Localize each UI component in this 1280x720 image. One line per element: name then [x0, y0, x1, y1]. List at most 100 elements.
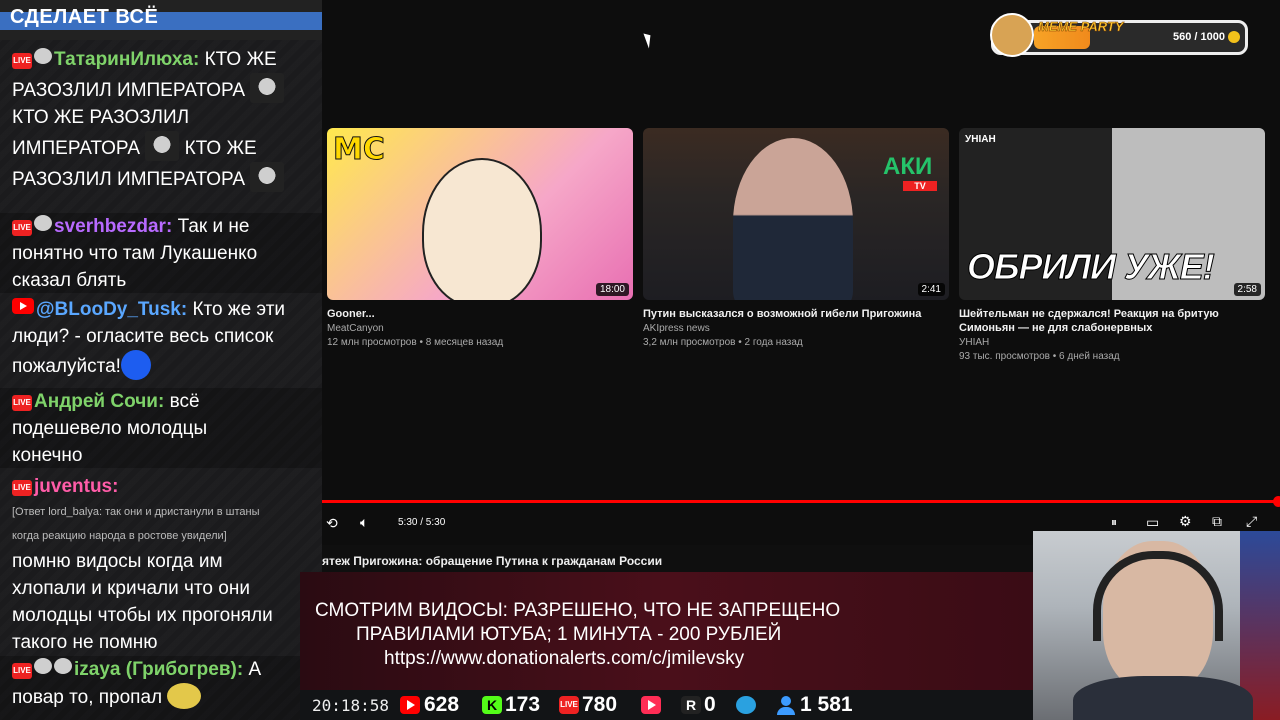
- banner-line: ПРАВИЛАМИ ЮТУБА; 1 МИНУТА - 200 РУБЛЕЙ: [356, 624, 782, 645]
- youtube-icon: [12, 298, 34, 314]
- emote-icon: [145, 131, 180, 161]
- thumbnail-art: [733, 138, 853, 300]
- chat-text: молодцы чтобы их прогоняли: [12, 605, 273, 626]
- chat-message: @BLooDy_Tusk: Кто же эти люди? - огласит…: [0, 296, 322, 380]
- badge-icon: [34, 48, 52, 64]
- logo-sub: TV: [903, 181, 937, 191]
- video-title[interactable]: Путин высказался о возможной гибели Приг…: [643, 307, 943, 321]
- chat-text: КТО ЖЕ: [204, 49, 277, 70]
- chat-header-text: СДЕЛАЕТ ВСЁ: [10, 6, 159, 28]
- video-duration: 2:41: [917, 283, 945, 296]
- progress-bar[interactable]: [322, 496, 1280, 507]
- progress-handle[interactable]: [1273, 496, 1280, 507]
- chat-header: СДЕЛАЕТ ВСЁ: [0, 0, 322, 40]
- youtube-icon: [400, 696, 420, 714]
- subtitles-icon[interactable]: ▭: [1146, 514, 1159, 531]
- chat-message: LIVE izaya (Грибогрев): А повар то, пропа…: [0, 656, 322, 720]
- time-display: 5:30 / 5:30: [398, 517, 446, 528]
- stream-clock: 20:18:58: [312, 696, 390, 715]
- chat-username[interactable]: @BLooDy_Tusk:: [36, 299, 187, 320]
- badge-icon: [34, 215, 52, 231]
- chat-panel: СДЕЛАЕТ ВСЁ LIVE ТатаринИлюха: КТО ЖЕ РАЗ…: [0, 0, 322, 720]
- chat-text: повар то, пропал: [12, 687, 163, 708]
- telegram-icon: [736, 696, 756, 714]
- fullscreen-icon[interactable]: ⤢: [1246, 513, 1257, 530]
- chat-text: такого не помню: [12, 632, 158, 653]
- coin-icon: [1228, 31, 1240, 43]
- video-thumbnail[interactable]: АКИ TV 2:41: [643, 128, 949, 300]
- volume-icon[interactable]: 🔈︎: [360, 514, 368, 531]
- settings-gear-icon[interactable]: ⚙︎: [1179, 513, 1192, 530]
- chat-text: хлопали и кричали что они: [12, 578, 250, 599]
- video-channel[interactable]: УНІАН: [959, 336, 989, 350]
- chat-text: КТО ЖЕ: [184, 138, 257, 159]
- thumbnail-logo: MC: [333, 132, 386, 168]
- chat-text: РАЗОЗЛИЛ ИМПЕРАТОРА: [12, 80, 246, 101]
- rutube-viewers: 0: [704, 693, 716, 716]
- emote-icon: [250, 162, 285, 192]
- chat-username[interactable]: juventus:: [34, 476, 118, 497]
- video-player[interactable]: MC 18:00 Gooner... MeatCanyon 12 млн про…: [322, 0, 1280, 545]
- thumbnail-channel-logo: УНІАН: [965, 134, 996, 145]
- chat-username[interactable]: izaya (Грибогрев):: [74, 659, 243, 680]
- chat-text: конечно: [12, 445, 83, 466]
- chat-text: сказал блять: [12, 270, 127, 291]
- thumbnail-logo: АКИ TV: [883, 153, 937, 191]
- chat-username[interactable]: sverhbezdar:: [54, 216, 172, 237]
- live-viewers: 780: [582, 693, 618, 716]
- vk-live-icon: LIVE: [559, 696, 579, 714]
- live-icon: LIVE: [12, 663, 32, 679]
- reply-text: [Ответ lord_balya: так они и дристанули …: [12, 506, 260, 518]
- streamer-body: [1073, 676, 1253, 720]
- emote-icon: [167, 683, 202, 709]
- total-viewers: 1 581: [800, 693, 853, 716]
- video-meta: 3,2 млн просмотров • 2 года назад: [643, 337, 803, 348]
- meme-party-count: 560 / 1000: [1173, 31, 1225, 43]
- donation-banner: СМОТРИМ ВИДОСЫ: РАЗРЕШЕНО, ЧТО НЕ ЗАПРЕЩ…: [300, 572, 1034, 690]
- emote-icon: [250, 73, 285, 103]
- chat-text: понятно что там Лукашенко: [12, 243, 258, 264]
- chat-text: РАЗОЗЛИЛ ИМПЕРАТОРА: [12, 169, 246, 190]
- logo-text: АКИ: [883, 153, 933, 180]
- chat-text: Кто же эти: [192, 299, 286, 320]
- doge-icon: [990, 13, 1034, 57]
- chat-text: помню видосы когда им: [12, 551, 223, 572]
- chat-username[interactable]: Андрей Сочи:: [34, 391, 164, 412]
- kick-icon: K: [482, 696, 502, 714]
- chat-message: LIVE juventus: [Ответ lord_balya: так они…: [0, 473, 322, 656]
- webcam-feed: [1033, 531, 1280, 720]
- viewers-icon: [776, 696, 796, 715]
- chat-text: ИМПЕРАТОРА: [12, 138, 141, 159]
- headphones-icon: [1093, 551, 1223, 641]
- thumbnail-text: ОБРИЛИ УЖЕ!: [967, 246, 1216, 288]
- thumbnail-art: [422, 158, 542, 300]
- video-duration: 2:58: [1233, 283, 1261, 296]
- chat-text: пожалуйста!: [12, 356, 121, 377]
- banner-link: https://www.donationalerts.com/c/jmilevs…: [384, 648, 745, 669]
- banner-line: СМОТРИМ ВИДОСЫ: РАЗРЕШЕНО, ЧТО НЕ ЗАПРЕЩ…: [315, 600, 841, 621]
- replay-icon[interactable]: ⟲: [326, 515, 338, 532]
- miniplayer-icon[interactable]: ⧉: [1212, 513, 1222, 530]
- video-duration: 18:00: [595, 283, 629, 296]
- chat-text: люди? - огласите весь список: [12, 326, 274, 347]
- kick-viewers: 173: [505, 693, 541, 716]
- video-meta: 93 тыс. просмотров • 6 дней назад: [959, 351, 1120, 362]
- video-title[interactable]: Шейтельман не сдержался! Реакция на брит…: [959, 307, 1259, 335]
- chat-text: всё: [169, 391, 200, 412]
- chat-text: А: [248, 659, 262, 680]
- video-thumbnail[interactable]: УНІАН ОБРИЛИ УЖЕ! 2:58: [959, 128, 1265, 300]
- autoplay-toggle-icon[interactable]: ⏸︎: [1111, 515, 1117, 530]
- video-channel[interactable]: MeatCanyon: [327, 322, 384, 336]
- video-channel[interactable]: AKIpress news: [643, 322, 710, 336]
- play-icon: [641, 696, 661, 714]
- chat-username[interactable]: ТатаринИлюха:: [54, 49, 199, 70]
- video-title[interactable]: Gooner...: [327, 307, 627, 321]
- chat-message: LIVE ТатаринИлюха: КТО ЖЕ РАЗОЗЛИЛ ИМПЕРА…: [0, 46, 322, 193]
- live-icon: LIVE: [12, 53, 32, 69]
- current-video-title[interactable]: ятеж Пригожина: обращение Путина к гражд…: [322, 554, 662, 568]
- stream-screen: СДЕЛАЕТ ВСЁ LIVE ТатаринИлюха: КТО ЖЕ РАЗ…: [0, 0, 1280, 720]
- reply-text: когда реакцию народа в ростове увидели]: [12, 530, 227, 542]
- video-thumbnail[interactable]: MC 18:00: [327, 128, 633, 300]
- chat-reply: [Ответ lord_balya: так они и дристанули …: [12, 500, 312, 548]
- chat-message: LIVE sverhbezdar: Так и не понятно что та…: [0, 213, 322, 293]
